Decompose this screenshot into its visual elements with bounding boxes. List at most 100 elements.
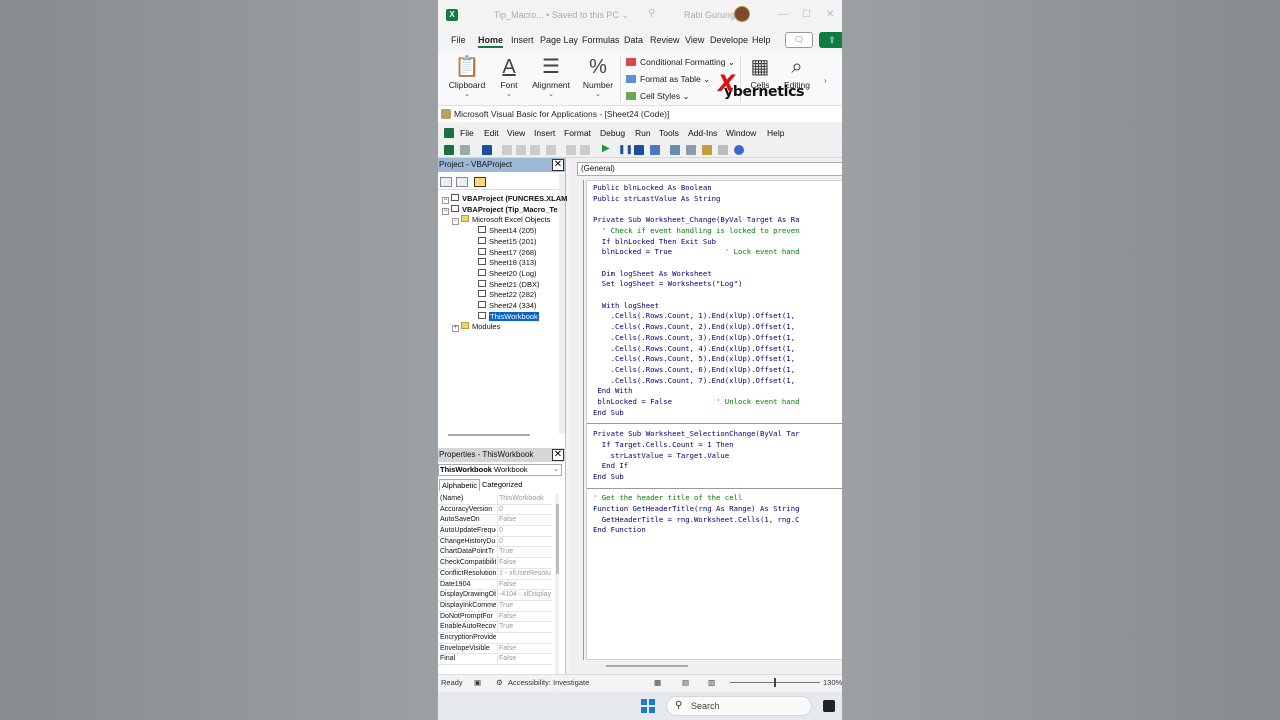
close-icon[interactable]: ✕ xyxy=(552,449,564,461)
property-row[interactable]: Date1904 False xyxy=(438,579,552,591)
property-row[interactable]: EnvelopeVisible False xyxy=(438,643,552,655)
property-value[interactable]: False xyxy=(497,558,551,569)
excel-view-icon[interactable] xyxy=(444,128,454,138)
properties-scroll-thumb[interactable] xyxy=(556,504,559,574)
find-icon[interactable] xyxy=(546,145,556,155)
property-row[interactable]: ConflictResolution 1 - xlUserResolu xyxy=(438,568,552,580)
insert-module-icon[interactable] xyxy=(460,145,470,155)
property-value[interactable]: False xyxy=(497,643,551,655)
comments-button[interactable]: 🗨 xyxy=(785,32,813,48)
property-row[interactable]: AutoUpdateFreque 0 xyxy=(438,526,552,537)
tab-home[interactable]: Home xyxy=(478,35,504,48)
page-layout-view-icon[interactable]: ▤ xyxy=(682,675,689,690)
save-icon[interactable] xyxy=(482,145,492,155)
tab-review[interactable]: Review xyxy=(650,35,680,45)
properties-window-icon[interactable] xyxy=(686,145,696,155)
taskbar-search[interactable]: ⚲ Search xyxy=(666,696,812,716)
code-hscroll-thumb[interactable] xyxy=(606,665,688,667)
avatar[interactable] xyxy=(734,6,750,22)
maximize-icon[interactable]: ☐ xyxy=(802,9,811,20)
view-object-icon[interactable] xyxy=(456,177,468,187)
tab-developer[interactable]: Develope xyxy=(710,35,748,45)
view-excel-icon[interactable] xyxy=(444,145,454,155)
property-value[interactable]: -4104 - xlDisplay xyxy=(497,590,551,601)
close-icon[interactable]: ✕ xyxy=(552,159,564,171)
expand-toggle-icon[interactable]: − xyxy=(442,197,449,204)
property-value[interactable]: 1 - xlUserResolu xyxy=(497,568,551,580)
property-value[interactable]: 0 xyxy=(497,504,551,516)
property-value[interactable]: ThisWorkbook xyxy=(497,494,551,505)
toolbox-icon[interactable] xyxy=(718,145,728,155)
help-icon[interactable] xyxy=(734,145,744,155)
property-value[interactable]: True xyxy=(497,622,551,633)
property-row[interactable]: EncryptionProvide xyxy=(438,633,552,644)
document-title[interactable]: Tip_Macro... • Saved to this PC ⌄ xyxy=(494,10,629,21)
expand-toggle-icon[interactable]: − xyxy=(442,207,449,215)
project-hscroll[interactable] xyxy=(448,434,530,436)
break-icon[interactable]: ❚❚ xyxy=(618,144,633,155)
tree-node[interactable]: Sheet18 (313) xyxy=(478,258,537,268)
minimize-icon[interactable]: — xyxy=(778,9,788,20)
menu-tools[interactable]: Tools xyxy=(659,128,679,138)
code-editor[interactable]: Public blnLocked As Boolean Public strLas… xyxy=(586,180,842,660)
tab-file[interactable]: File xyxy=(451,35,466,45)
reset-icon[interactable] xyxy=(634,145,644,155)
property-row[interactable]: (Name) ThisWorkbook xyxy=(438,494,552,505)
tab-alphabetic[interactable]: Alphabetic xyxy=(439,479,481,491)
zoom-slider-thumb[interactable] xyxy=(774,678,776,687)
property-value[interactable]: False xyxy=(497,579,551,591)
clipboard-group[interactable]: 📋 Clipboard ⌄ xyxy=(448,54,486,98)
property-value[interactable]: True xyxy=(497,600,551,612)
tab-data[interactable]: Data xyxy=(624,35,643,45)
tree-node[interactable]: Sheet15 (201) xyxy=(478,236,537,247)
conditional-formatting-button[interactable]: Conditional Formatting ⌄ xyxy=(626,54,735,71)
run-icon[interactable]: ▶ xyxy=(602,143,610,154)
undo-icon[interactable] xyxy=(566,145,576,155)
tree-node[interactable]: − VBAProject (Tip_Macro_Te xyxy=(442,204,558,215)
property-value[interactable]: 0 xyxy=(497,536,551,548)
view-code-icon[interactable] xyxy=(440,177,452,187)
menu-help[interactable]: Help xyxy=(767,128,784,138)
menu-view[interactable]: View xyxy=(507,128,525,138)
project-explorer-icon[interactable] xyxy=(670,145,680,155)
normal-view-icon[interactable]: ▦ xyxy=(654,675,661,690)
windows-start-icon[interactable] xyxy=(641,699,655,713)
close-icon[interactable]: ✕ xyxy=(826,9,834,20)
number-group[interactable]: % Number ⌄ xyxy=(580,54,616,98)
property-value[interactable]: True xyxy=(497,547,551,559)
menu-format[interactable]: Format xyxy=(564,128,591,138)
menu-run[interactable]: Run xyxy=(635,128,651,138)
tree-node[interactable]: Sheet20 (Log) xyxy=(478,268,537,279)
property-row[interactable]: DoNotPromptFor False xyxy=(438,611,552,623)
tab-formulas[interactable]: Formulas xyxy=(582,35,620,45)
object-selector[interactable]: ThisWorkbook Workbook ⌄ xyxy=(438,464,562,476)
tab-help[interactable]: Help xyxy=(752,35,771,45)
tab-view[interactable]: View xyxy=(685,35,704,45)
tree-node[interactable]: Sheet21 (DBX) xyxy=(478,279,539,290)
paste-icon[interactable] xyxy=(530,145,540,155)
menu-debug[interactable]: Debug xyxy=(600,128,625,138)
menu-add-ins[interactable]: Add-Ins xyxy=(688,128,717,138)
search-icon[interactable]: ⚲ xyxy=(648,8,655,19)
zoom-level[interactable]: 130% xyxy=(823,675,842,690)
tree-node[interactable]: Sheet14 (205) xyxy=(478,226,537,236)
code-hscroll[interactable] xyxy=(570,660,842,672)
menu-edit[interactable]: Edit xyxy=(484,128,499,138)
property-row[interactable]: AccuracyVersion 0 xyxy=(438,504,552,516)
tab-page-layout[interactable]: Page Lay xyxy=(540,35,578,45)
menu-insert[interactable]: Insert xyxy=(534,128,555,138)
font-group[interactable]: A Font ⌄ xyxy=(494,54,524,98)
macro-record-icon[interactable]: ▣ xyxy=(474,675,481,690)
cut-icon[interactable] xyxy=(502,145,512,155)
alignment-group[interactable]: ☰ Alignment ⌄ xyxy=(530,54,572,98)
property-row[interactable]: CheckCompatibilit False xyxy=(438,558,552,569)
menu-window[interactable]: Window xyxy=(726,128,756,138)
tree-node[interactable]: Sheet17 (268) xyxy=(478,247,537,258)
project-scrollbar[interactable] xyxy=(559,174,565,434)
property-row[interactable]: ChartDataPointTr True xyxy=(438,547,552,559)
expand-toggle-icon[interactable]: − xyxy=(452,218,459,226)
tree-node[interactable]: − Microsoft Excel Objects xyxy=(452,215,550,226)
design-mode-icon[interactable] xyxy=(650,145,660,155)
code-margin[interactable] xyxy=(570,180,584,660)
redo-icon[interactable] xyxy=(580,145,590,155)
